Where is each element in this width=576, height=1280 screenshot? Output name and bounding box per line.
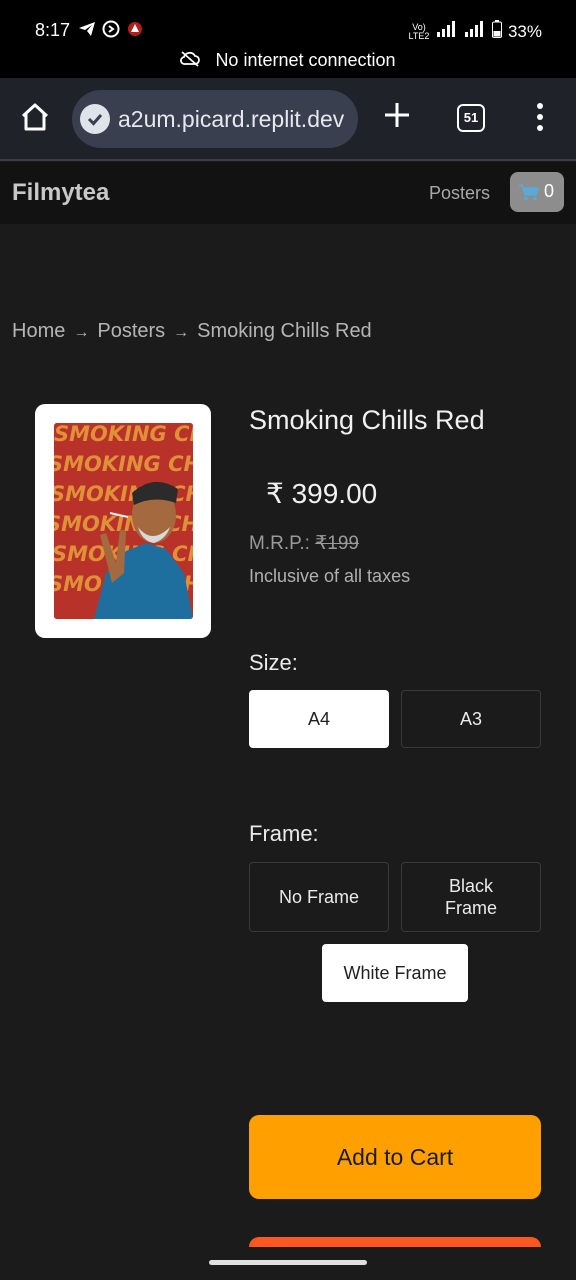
shazam-icon bbox=[102, 20, 120, 38]
breadcrumb-posters[interactable]: Posters bbox=[97, 320, 165, 342]
status-notification-icons bbox=[78, 20, 144, 38]
status-bar: 8:17 Vo) LTE2 33% No internet connection bbox=[0, 0, 576, 78]
frame-option-no-frame[interactable]: No Frame bbox=[249, 862, 389, 932]
frame-option-black-frame[interactable]: Black Frame bbox=[401, 862, 541, 932]
home-icon[interactable] bbox=[18, 100, 52, 134]
connection-notice-text: No internet connection bbox=[215, 50, 396, 70]
size-option-a4[interactable]: A4 bbox=[249, 690, 389, 748]
tab-switcher-button[interactable]: 51 bbox=[457, 104, 485, 132]
product-poster-image[interactable]: SMOKING CHILLS SMOKING CHILLS SMOKING CH… bbox=[54, 423, 193, 619]
cart-icon bbox=[518, 183, 540, 201]
svg-text:SMOKING CHILLS: SMOKING CHILLS bbox=[54, 423, 193, 446]
connection-notice: No internet connection bbox=[0, 50, 576, 72]
url-bar[interactable]: a2um.picard.replit.dev bbox=[72, 90, 358, 148]
frame-label: Frame: bbox=[249, 821, 319, 846]
buy-now-button[interactable] bbox=[249, 1237, 541, 1247]
add-to-cart-button[interactable]: Add to Cart bbox=[249, 1115, 541, 1199]
site-brand-logo[interactable]: Filmytea bbox=[12, 179, 109, 207]
product-price: ₹ 399.00 bbox=[266, 478, 378, 509]
browser-toolbar: a2um.picard.replit.dev 51 bbox=[0, 78, 576, 161]
new-tab-plus-icon[interactable] bbox=[382, 100, 412, 130]
breadcrumb-current: Smoking Chills Red bbox=[197, 320, 372, 342]
cart-button[interactable]: 0 bbox=[510, 172, 564, 212]
product-mrp: M.R.P.: ₹199 bbox=[249, 532, 359, 555]
breadcrumb-separator: → bbox=[73, 324, 90, 341]
verified-check-icon[interactable] bbox=[80, 104, 110, 134]
taxes-note: Inclusive of all taxes bbox=[249, 566, 411, 586]
status-right: Vo) LTE2 33% bbox=[408, 20, 542, 43]
nav-link-posters[interactable]: Posters bbox=[429, 183, 490, 204]
size-option-a3[interactable]: A3 bbox=[401, 690, 541, 748]
telegram-icon bbox=[78, 20, 96, 38]
cart-count: 0 bbox=[544, 181, 555, 201]
battery-icon bbox=[491, 20, 502, 43]
frame-option-black-frame-label: Black Frame bbox=[444, 876, 497, 918]
svg-text:SMOKING CHILLS: SMOKING CHILLS bbox=[54, 452, 193, 476]
volte-indicator: Vo) LTE2 bbox=[408, 21, 430, 41]
product-title: Smoking Chills Red bbox=[249, 405, 485, 435]
cloud-off-icon bbox=[180, 51, 201, 72]
frame-option-white-frame[interactable]: White Frame bbox=[322, 944, 468, 1002]
breadcrumb-separator: → bbox=[173, 324, 190, 341]
product-image-card: SMOKING CHILLS SMOKING CHILLS SMOKING CH… bbox=[35, 404, 211, 638]
site-header: Filmytea Posters 0 bbox=[0, 162, 576, 224]
recording-icon bbox=[126, 20, 144, 38]
breadcrumb: Home → Posters → Smoking Chills Red bbox=[12, 320, 372, 343]
size-label: Size: bbox=[249, 650, 298, 675]
more-vert-icon[interactable] bbox=[532, 100, 548, 134]
battery-percent: 33% bbox=[507, 21, 542, 41]
url-text[interactable]: a2um.picard.replit.dev bbox=[118, 106, 344, 133]
signal-icon-2 bbox=[464, 21, 486, 42]
signal-icon bbox=[436, 21, 458, 42]
status-time: 8:17 bbox=[35, 20, 71, 40]
mrp-label: M.R.P.: bbox=[249, 533, 310, 554]
gesture-navigation-bar[interactable] bbox=[209, 1260, 367, 1265]
mrp-value: ₹199 bbox=[315, 533, 359, 554]
breadcrumb-home[interactable]: Home bbox=[12, 320, 65, 342]
